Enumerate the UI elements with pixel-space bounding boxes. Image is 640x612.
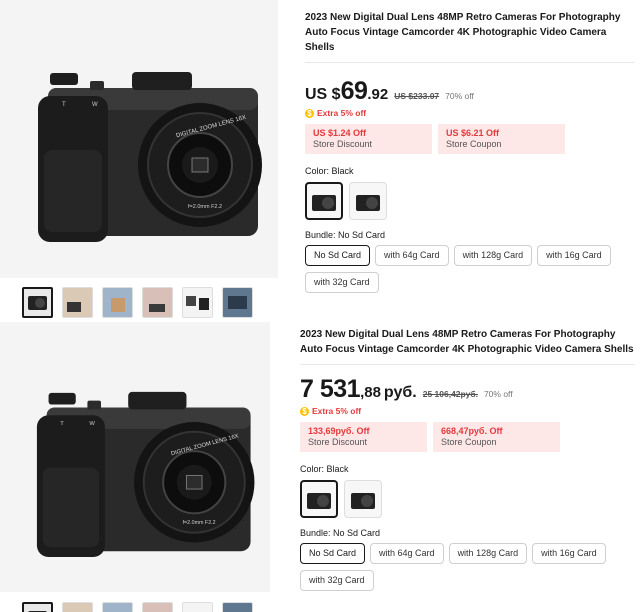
bundle-64g-card[interactable]: with 64g Card [375, 245, 449, 266]
price-prefix: US $ [305, 86, 341, 103]
store-discount-coupon[interactable]: US $1.24 Off Store Discount [305, 124, 432, 154]
original-price: US $233.07 [394, 91, 440, 101]
bundle-16g-card[interactable]: with 16g Card [537, 245, 611, 266]
bundle-options: No Sd Card with 64g Card with 128g Card … [305, 245, 635, 293]
store-coupon[interactable]: US $6.21 Off Store Coupon [438, 124, 565, 154]
color-option-black-alt[interactable] [344, 480, 382, 518]
divider [300, 364, 635, 365]
extra-discount: $ Extra 5% off [305, 108, 635, 118]
price-main: 69 [340, 77, 368, 105]
discount-percent: 70% off [483, 389, 513, 399]
color-option-black-alt[interactable] [349, 182, 387, 220]
thumbnail-3[interactable] [102, 602, 133, 612]
color-option-black[interactable] [305, 182, 343, 220]
store-coupon[interactable]: 668,47руб. Off Store Coupon [433, 422, 560, 452]
price-decimal: .92 [367, 86, 389, 103]
coin-icon: $ [305, 108, 314, 118]
coupon-row: 133,69руб. Off Store Discount 668,47руб.… [300, 422, 635, 452]
bundle-16g-card[interactable]: with 16g Card [532, 543, 606, 564]
product-title: 2023 New Digital Dual Lens 48MP Retro Ca… [305, 12, 621, 53]
color-options [300, 480, 635, 518]
coupon-amount: 133,69руб. Off [308, 426, 370, 436]
price-row: US $ 69 .92 US $233.07 70% off [305, 77, 635, 106]
coupon-row: US $1.24 Off Store Discount US $6.21 Off… [305, 124, 635, 154]
coupon-label: Store Discount [308, 437, 368, 447]
extra-discount: $ Extra 5% off [300, 406, 635, 416]
dial-label-t: T [62, 102, 66, 108]
store-discount-coupon[interactable]: 133,69руб. Off Store Discount [300, 422, 427, 452]
price-currency: руб. [383, 384, 417, 401]
discount-percent: 70% off [445, 91, 474, 101]
color-label: Color: Black [305, 166, 354, 176]
thumbnail-5[interactable] [182, 602, 213, 612]
camera-image: T W DIGITAL ZOOM LENS 16X f=2.0mm F2.2 [38, 72, 262, 242]
bundle-32g-card[interactable]: with 32g Card [300, 570, 374, 591]
bundle-128g-card[interactable]: with 128g Card [453, 245, 533, 266]
divider [305, 62, 635, 63]
coupon-label: Store Coupon [441, 437, 497, 447]
thumbnail-4[interactable] [142, 602, 173, 612]
thumbnail-5[interactable] [182, 287, 213, 318]
extra-discount-label: Extra 5% off [317, 108, 367, 118]
thumbnail-strip [22, 287, 253, 318]
thumbnail-strip [22, 602, 253, 612]
thumbnail-2[interactable] [62, 287, 93, 318]
thumbnail-1[interactable] [22, 287, 53, 318]
coupon-label: Store Discount [313, 139, 373, 149]
price-main: 7 531 [300, 375, 361, 403]
main-product-image[interactable]: T W DIGITAL ZOOM LENS 16X f=2.0mm F2.2 [0, 0, 278, 278]
coupon-amount: 668,47руб. Off [441, 426, 503, 436]
thumbnail-1[interactable] [22, 602, 53, 612]
extra-discount-label: Extra 5% off [312, 406, 362, 416]
product-info: 2023 New Digital Dual Lens 48MP Retro Ca… [305, 10, 635, 293]
product-panel-rub: T W DIGITAL ZOOM LENS 16X f=2.0mm F2.2 2… [0, 322, 640, 612]
product-title: 2023 New Digital Dual Lens 48MP Retro Ca… [300, 329, 634, 355]
bundle-32g-card[interactable]: with 32g Card [305, 272, 379, 293]
price-row: 7 531 ,88 руб. 25 106,42руб. 70% off [300, 375, 635, 404]
coupon-amount: US $1.24 Off [313, 128, 367, 138]
color-options [305, 182, 635, 220]
bundle-label: Bundle: No Sd Card [300, 528, 381, 538]
bundle-128g-card[interactable]: with 128g Card [448, 543, 528, 564]
main-product-image[interactable]: T W DIGITAL ZOOM LENS 16X f=2.0mm F2.2 [0, 322, 270, 592]
lens-spec: f=2.0mm F2.2 [183, 520, 216, 526]
coin-icon: $ [300, 406, 309, 416]
coupon-label: Store Coupon [446, 139, 502, 149]
thumbnail-4[interactable] [142, 287, 173, 318]
dial-label-t: T [60, 421, 64, 427]
bundle-no-sd-card[interactable]: No Sd Card [300, 543, 366, 564]
product-info: 2023 New Digital Dual Lens 48MP Retro Ca… [300, 327, 635, 591]
bundle-no-sd-card[interactable]: No Sd Card [305, 245, 371, 266]
bundle-label: Bundle: No Sd Card [305, 230, 386, 240]
thumbnail-6[interactable] [222, 602, 253, 612]
dial-label-w: W [92, 102, 98, 108]
original-price: 25 106,42руб. [422, 389, 478, 399]
thumbnail-2[interactable] [62, 602, 93, 612]
bundle-options: No Sd Card with 64g Card with 128g Card … [300, 543, 630, 591]
thumbnail-3[interactable] [102, 287, 133, 318]
product-panel-usd: T W DIGITAL ZOOM LENS 16X f=2.0mm F2.2 2… [0, 0, 640, 322]
dial-label-w: W [89, 421, 95, 427]
color-option-black[interactable] [300, 480, 338, 518]
bundle-64g-card[interactable]: with 64g Card [370, 543, 444, 564]
price-decimal: ,88 [360, 384, 381, 401]
coupon-amount: US $6.21 Off [446, 128, 500, 138]
thumbnail-6[interactable] [222, 287, 253, 318]
camera-image: T W DIGITAL ZOOM LENS 16X f=2.0mm F2.2 [36, 391, 255, 558]
color-label: Color: Black [300, 464, 349, 474]
lens-spec: f=2.0mm F2.2 [188, 204, 222, 210]
